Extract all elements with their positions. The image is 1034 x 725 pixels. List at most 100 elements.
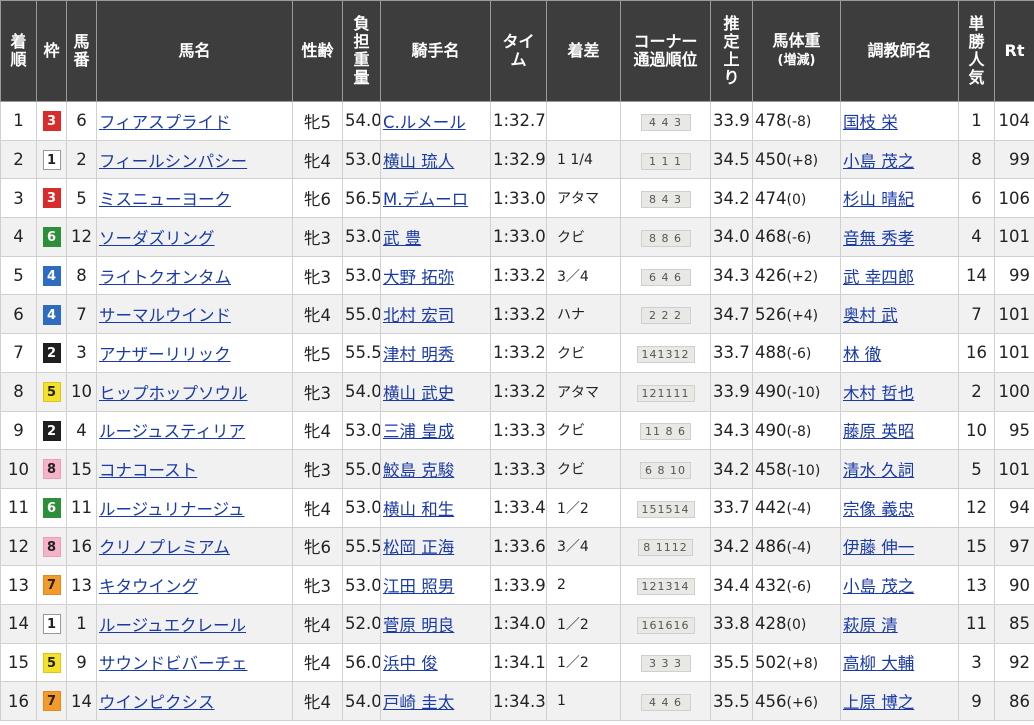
jockey-link[interactable]: 横山 琉人: [383, 152, 454, 171]
sex-age-cell: 牝3: [292, 255, 343, 296]
horse-number-cell: 9: [66, 642, 97, 683]
body-weight-cell: 450(+8): [752, 139, 841, 180]
horse-name-link[interactable]: コナコースト: [99, 461, 197, 480]
jockey-cell: 横山 和生: [380, 487, 491, 528]
waku-badge: 5: [42, 381, 61, 402]
rt-cell: 101: [994, 333, 1034, 373]
jockey-link[interactable]: 戸崎 圭太: [383, 693, 454, 712]
trainer-link[interactable]: 木村 哲也: [843, 384, 914, 403]
jockey-link[interactable]: 菅原 明良: [383, 616, 454, 635]
jockey-link[interactable]: 江田 照男: [383, 577, 454, 596]
trainer-link[interactable]: 音無 秀孝: [843, 229, 914, 248]
jockey-link[interactable]: C.ルメール: [383, 113, 466, 132]
jockey-cell: 横山 琉人: [380, 139, 491, 180]
trainer-link[interactable]: 上原 博之: [843, 693, 914, 712]
horse-name-cell: サーマルウインド: [96, 294, 293, 335]
trainer-link[interactable]: 国枝 栄: [843, 113, 898, 132]
trainer-link[interactable]: 藤原 英昭: [843, 422, 914, 441]
trainer-link[interactable]: 杉山 晴紀: [843, 190, 914, 209]
corner-badge: 4 4 3: [640, 113, 691, 131]
corner-badge: 4 4 6: [640, 694, 691, 712]
horse-name-link[interactable]: クリノプレミアム: [99, 538, 230, 557]
rt-cell: 92: [994, 642, 1034, 683]
body-weight-value: 426: [755, 266, 787, 286]
margin-cell: 1: [546, 681, 621, 721]
jockey-link[interactable]: 北村 宏司: [383, 306, 454, 325]
trainer-link[interactable]: 武 幸四郎: [843, 268, 914, 287]
jockey-link[interactable]: 鮫島 克駿: [383, 461, 454, 480]
waku-cell: 8: [36, 526, 67, 567]
horse-name-link[interactable]: ルージュエクレール: [99, 616, 246, 635]
jockey-link[interactable]: 浜中 俊: [383, 654, 438, 673]
header-rank: 着順: [0, 0, 37, 102]
weight-cell: 56.5: [342, 178, 381, 219]
sex-age-cell: 牝5: [292, 101, 343, 141]
trainer-link[interactable]: 高柳 大輔: [843, 654, 914, 673]
horse-name-link[interactable]: ヒップホップソウル: [99, 384, 248, 403]
waku-cell: 2: [36, 333, 67, 373]
header-num: 馬番: [66, 0, 97, 102]
trainer-link[interactable]: 小島 茂之: [843, 577, 914, 596]
jockey-link[interactable]: 松岡 正海: [383, 538, 454, 557]
waku-badge: 6: [42, 497, 61, 518]
horse-number-cell: 10: [66, 371, 97, 412]
header-time: タイム: [490, 0, 547, 102]
corner-cell: 4 4 6: [620, 681, 711, 721]
horse-name-link[interactable]: ルージュスティリア: [99, 422, 245, 441]
jockey-link[interactable]: 大野 拓弥: [383, 268, 454, 287]
waku-badge: 6: [42, 227, 61, 248]
horse-name-link[interactable]: アナザーリリック: [99, 345, 231, 364]
table-row: 10 8 15 コナコースト 牝3 55.0 鮫島 克駿 1:33.3 クビ 6 8 10 34.2…: [0, 449, 1034, 489]
horse-name-link[interactable]: サーマルウインド: [99, 306, 231, 325]
horse-name-link[interactable]: フィアスプライド: [99, 113, 231, 132]
jockey-link[interactable]: M.デムーロ: [383, 190, 468, 209]
trainer-link[interactable]: 伊藤 伸一: [843, 538, 914, 557]
trainer-cell: 清水 久詞: [840, 449, 959, 489]
weight-cell: 54.0: [342, 681, 381, 721]
horse-name-link[interactable]: ルージュリナージュ: [99, 500, 245, 519]
margin-cell: 2: [546, 565, 621, 605]
time-cell: 1:34.1: [490, 642, 547, 683]
popularity-cell: 4: [958, 217, 995, 257]
jockey-link[interactable]: 三浦 皇成: [383, 422, 454, 441]
jockey-link[interactable]: 津村 明秀: [383, 345, 454, 364]
popularity-cell: 5: [958, 449, 995, 489]
trainer-link[interactable]: 萩原 清: [843, 616, 898, 635]
horse-name-cell: ルージュリナージュ: [96, 487, 293, 528]
horse-name-link[interactable]: キタウイング: [99, 577, 198, 596]
time-cell: 1:33.2: [490, 371, 547, 412]
body-weight-cell: 426(+2): [752, 255, 841, 296]
jockey-link[interactable]: 横山 武史: [383, 384, 454, 403]
jockey-link[interactable]: 武 豊: [383, 229, 421, 248]
sex-age-cell: 牝4: [292, 487, 343, 528]
rt-cell: 97: [994, 526, 1034, 567]
corner-cell: 3 3 3: [620, 642, 711, 683]
jockey-link[interactable]: 横山 和生: [383, 500, 454, 519]
body-weight-value: 490: [755, 420, 787, 440]
horse-name-link[interactable]: ソーダズリング: [99, 229, 215, 248]
horse-name-link[interactable]: ライトクオンタム: [99, 268, 231, 287]
horse-name-link[interactable]: サウンドビバーチェ: [99, 654, 248, 673]
popularity-cell: 12: [958, 487, 995, 528]
table-row: 16 7 14 ウインピクシス 牝4 54.0 戸崎 圭太 1:34.3 1 4 4 6 35.5 4…: [0, 681, 1034, 721]
popularity-cell: 7: [958, 294, 995, 335]
horse-number-cell: 2: [66, 139, 97, 180]
body-weight-value: 468: [755, 227, 787, 247]
horse-name-link[interactable]: ミスニューヨーク: [99, 190, 231, 209]
trainer-link[interactable]: 小島 茂之: [843, 152, 914, 171]
trainer-link[interactable]: 奥村 武: [843, 306, 898, 325]
rank-cell: 10: [0, 449, 37, 489]
popularity-cell: 6: [958, 178, 995, 219]
header-horse: 馬名: [96, 0, 293, 102]
horse-name-link[interactable]: ウインピクシス: [99, 693, 215, 712]
waku-cell: 1: [36, 603, 67, 644]
waku-badge: 4: [42, 265, 61, 286]
horse-name-link[interactable]: フィールシンパシー: [99, 152, 247, 171]
body-weight-cell: 488(-6): [752, 333, 841, 373]
trainer-link[interactable]: 宗像 義忠: [843, 500, 914, 519]
trainer-link[interactable]: 林 徹: [843, 345, 881, 364]
trainer-link[interactable]: 清水 久詞: [843, 461, 914, 480]
waku-badge: 8: [42, 536, 61, 557]
rank-cell: 2: [0, 139, 37, 180]
body-weight-value: 428: [755, 614, 787, 634]
